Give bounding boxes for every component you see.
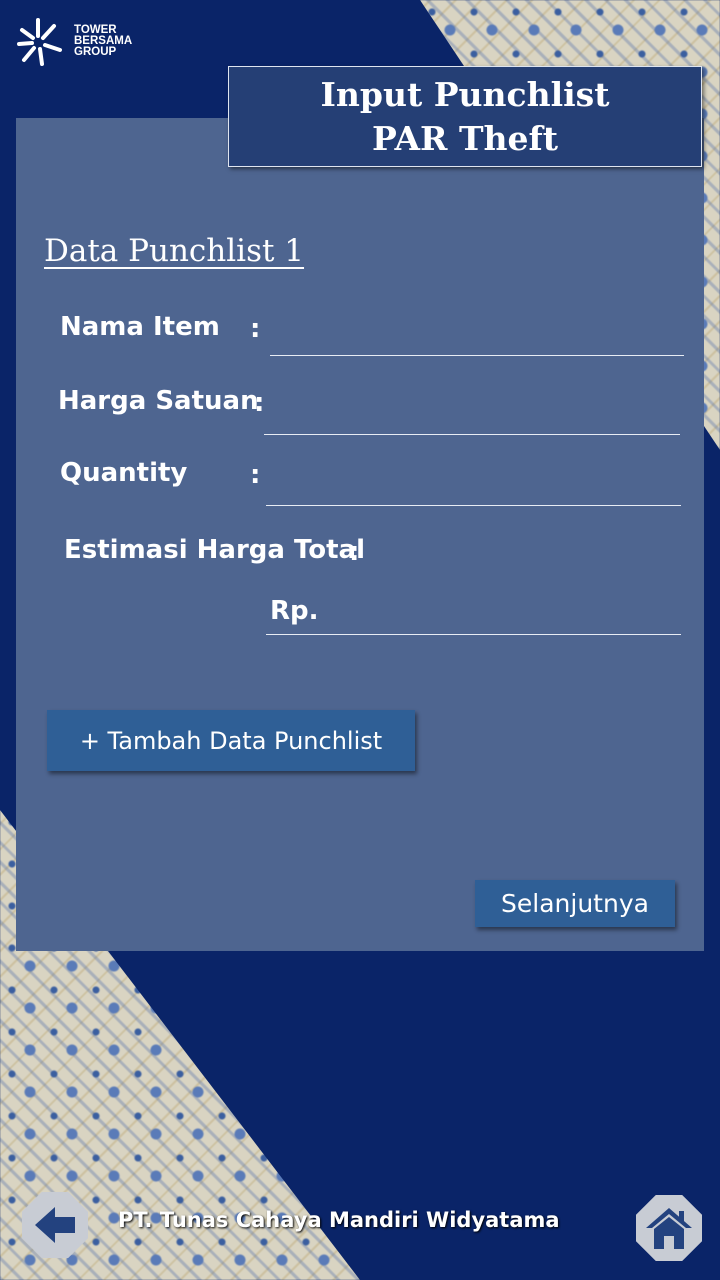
- quantity-underline: [266, 505, 681, 506]
- logo-line-3: GROUP: [74, 45, 117, 58]
- quantity-input[interactable]: [272, 462, 680, 502]
- page-title: Input Punchlist PAR Theft: [228, 66, 702, 167]
- harga-satuan-input[interactable]: [270, 390, 678, 430]
- home-button[interactable]: [636, 1195, 702, 1261]
- section-title: Data Punchlist 1: [44, 233, 305, 269]
- quantity-label: Quantity: [60, 458, 188, 488]
- footer-company-name: PT. Tunas Cahaya Mandiri Widyatama: [118, 1208, 560, 1232]
- logo-line-2: BERSAMA: [74, 34, 133, 47]
- currency-prefix: Rp.: [270, 596, 319, 626]
- harga-satuan-label: Harga Satuan: [58, 386, 259, 416]
- logo-text: TOWER BERSAMA GROUP: [74, 23, 133, 58]
- tower-bersama-logo-icon: [17, 18, 62, 66]
- next-button[interactable]: Selanjutnya: [475, 880, 675, 927]
- logo-line-1: TOWER: [74, 23, 117, 36]
- add-punchlist-button[interactable]: + Tambah Data Punchlist: [47, 710, 415, 771]
- arrow-left-icon: [35, 1207, 75, 1243]
- harga-satuan-underline: [264, 434, 680, 435]
- nama-item-input[interactable]: [272, 312, 684, 352]
- total-price-input[interactable]: [325, 592, 679, 632]
- nama-item-colon: :: [250, 314, 261, 344]
- quantity-colon: :: [250, 460, 261, 490]
- company-logo: TOWER BERSAMA GROUP: [16, 16, 132, 66]
- estimasi-harga-total-label: Estimasi Harga Total: [64, 535, 366, 565]
- harga-satuan-colon: :: [254, 388, 265, 418]
- home-icon: [646, 1208, 692, 1249]
- total-underline: [266, 634, 681, 635]
- nama-item-label: Nama Item: [60, 312, 220, 342]
- page-title-line-2: PAR Theft: [372, 118, 558, 158]
- estimasi-colon: :: [349, 537, 360, 567]
- nama-item-underline: [270, 355, 684, 356]
- back-button[interactable]: [22, 1192, 88, 1258]
- page-title-line-1: Input Punchlist: [320, 74, 610, 114]
